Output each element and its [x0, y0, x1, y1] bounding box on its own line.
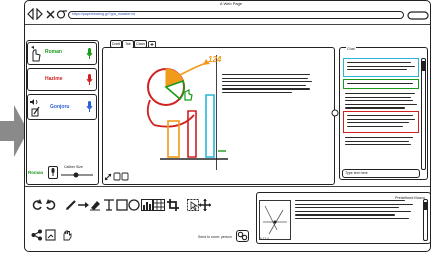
- chat-input[interactable]: Type text here: [342, 169, 420, 178]
- chat-message: [343, 111, 419, 133]
- whiteboard-sketch: [146, 59, 228, 160]
- microphone-icon[interactable]: [86, 101, 93, 113]
- participant-name: Roman: [45, 49, 62, 55]
- chat-message: [343, 58, 419, 77]
- microphone-icon[interactable]: [86, 74, 93, 86]
- export-icon[interactable]: [44, 228, 57, 241]
- sketch-label-top: 124: [208, 55, 222, 64]
- chrome-divider: [25, 24, 430, 25]
- share-icon[interactable]: [30, 228, 43, 241]
- chat-input-placeholder: Type text here: [345, 171, 368, 175]
- participant-name: Gonjoru: [50, 104, 70, 110]
- ellipse-tool-icon[interactable]: [127, 198, 140, 211]
- self-name: Roman: [28, 170, 44, 175]
- address-bar[interactable]: https://paperhearing.jp/?g/a_mcaster.txt: [68, 11, 404, 19]
- participant-name: Hazime: [45, 76, 63, 82]
- link-icon: [237, 231, 248, 241]
- reload-button[interactable]: [57, 8, 65, 19]
- back-button[interactable]: [30, 8, 36, 19]
- raise-hand-icon[interactable]: [60, 228, 73, 241]
- text-tool-icon[interactable]: [102, 198, 115, 211]
- send-room-label: Send to room: person: [198, 235, 232, 239]
- participant-card-roman[interactable]: Roman: [27, 42, 97, 65]
- macro-preview-sketch: [259, 200, 291, 240]
- window-title: A Web Page: [219, 1, 243, 6]
- forward-button[interactable]: [37, 8, 43, 19]
- eraser-tool-icon[interactable]: [88, 198, 101, 211]
- crop-tool-icon[interactable]: [166, 198, 179, 211]
- undo-icon[interactable]: [30, 198, 43, 211]
- panel-collapse-icon[interactable]: [331, 109, 339, 117]
- zoom-controls[interactable]: [104, 172, 130, 181]
- tab-label: Class: [136, 42, 145, 46]
- stop-button[interactable]: [47, 8, 55, 19]
- caliber-size-label: Caliber Size: [64, 165, 83, 169]
- table-tool-icon[interactable]: [152, 198, 165, 211]
- speaker-handwriting-icon: [30, 99, 40, 117]
- send-button[interactable]: [236, 230, 249, 242]
- macro-scrollbar[interactable]: [423, 199, 428, 241]
- secondary-toolbar: [30, 228, 90, 242]
- tab-tab[interactable]: Tab: [122, 40, 134, 48]
- add-tab-icon[interactable]: [148, 41, 156, 48]
- participant-card-gonjoru[interactable]: Gonjoru: [27, 94, 97, 120]
- tab-class[interactable]: Class: [134, 40, 147, 48]
- macro-sub-label: 5.12.0: [260, 237, 269, 241]
- chat-message: [343, 79, 419, 89]
- caliber-size-slider[interactable]: [60, 171, 94, 179]
- tab-label: Draft: [112, 42, 120, 46]
- chat-message-text: [345, 93, 417, 111]
- address-url: https://paperhearing.jp/?g/a_mcaster.txt: [72, 12, 136, 16]
- tab-label: Tab: [125, 42, 131, 46]
- menu-icon[interactable]: [407, 11, 429, 20]
- chat-scrollbar[interactable]: [421, 58, 426, 170]
- pointing-hand-icon: [31, 46, 41, 62]
- document-text: [222, 74, 312, 95]
- bottom-divider: [25, 186, 430, 187]
- redo-icon[interactable]: [44, 198, 57, 211]
- chat-message-text: [345, 137, 417, 148]
- participant-card-hazime[interactable]: Hazime: [27, 68, 97, 91]
- move-tool-icon[interactable]: [198, 198, 211, 211]
- microphone-icon[interactable]: [86, 48, 93, 60]
- self-microphone-icon[interactable]: [48, 166, 58, 179]
- chat-title: Chat: [346, 47, 356, 51]
- drawing-toolbar: [30, 198, 256, 212]
- macro-text: [295, 200, 419, 221]
- tab-draft[interactable]: Draft: [110, 40, 122, 48]
